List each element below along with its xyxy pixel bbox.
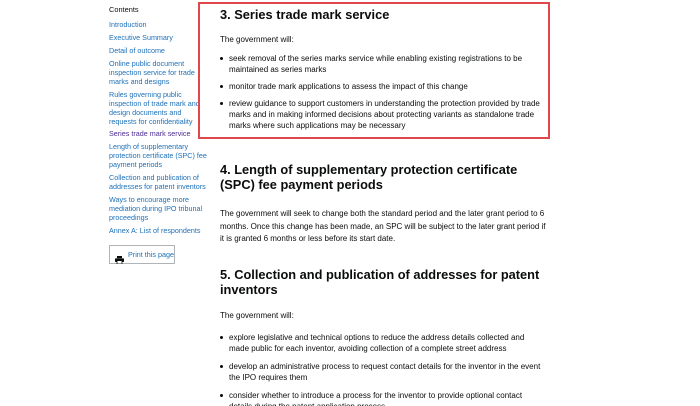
toc-link-rules-public-inspection[interactable]: Rules governing public inspection of tra… bbox=[109, 90, 209, 126]
toc-link-detail-of-outcome[interactable]: Detail of outcome bbox=[109, 46, 209, 55]
section-spc-fee-periods: 4. Length of supplementary protection ce… bbox=[220, 162, 550, 246]
section-5-intro: The government will: bbox=[220, 311, 294, 320]
list-item: develop an administrative process to req… bbox=[220, 361, 545, 383]
printer-icon bbox=[115, 251, 124, 264]
section-series-trade-mark: 3. Series trade mark service The governm… bbox=[220, 7, 550, 131]
page: Contents Introduction Executive Summary … bbox=[0, 0, 700, 406]
contents-heading: Contents bbox=[109, 5, 139, 14]
section-5-list: explore legislative and technical option… bbox=[220, 332, 545, 406]
toc-link-online-inspection[interactable]: Online public document inspection servic… bbox=[109, 59, 209, 86]
contents-list: Introduction Executive Summary Detail of… bbox=[109, 20, 209, 235]
print-page-button[interactable]: Print this page bbox=[109, 245, 175, 264]
contents-sidebar: Contents Introduction Executive Summary … bbox=[109, 5, 209, 239]
section-5-heading: 5. Collection and publication of address… bbox=[220, 267, 540, 297]
list-item: explore legislative and technical option… bbox=[220, 332, 545, 354]
section-4-heading: 4. Length of supplementary protection ce… bbox=[220, 162, 518, 192]
toc-link-mediation[interactable]: Ways to encourage more mediation during … bbox=[109, 195, 209, 222]
list-item: seek removal of the series marks service… bbox=[220, 53, 550, 75]
toc-link-annex-a[interactable]: Annex A: List of respondents bbox=[109, 226, 209, 235]
toc-link-inventor-addresses[interactable]: Collection and publication of addresses … bbox=[109, 173, 209, 191]
toc-link-executive-summary[interactable]: Executive Summary bbox=[109, 33, 209, 42]
section-4-body: The government will seek to change both … bbox=[220, 209, 546, 243]
toc-link-spc-fee-periods[interactable]: Length of supplementary protection certi… bbox=[109, 142, 209, 169]
section-inventor-addresses: 5. Collection and publication of address… bbox=[220, 267, 545, 406]
list-item: monitor trade mark applications to asses… bbox=[220, 81, 550, 92]
section-3-intro: The government will: bbox=[220, 35, 294, 44]
section-3-list: seek removal of the series marks service… bbox=[220, 53, 550, 131]
list-item: consider whether to introduce a process … bbox=[220, 390, 545, 406]
toc-link-series-trade-mark[interactable]: Series trade mark service bbox=[109, 129, 209, 138]
toc-link-introduction[interactable]: Introduction bbox=[109, 20, 209, 29]
section-3-heading: 3. Series trade mark service bbox=[220, 7, 390, 22]
print-page-label: Print this page bbox=[128, 250, 174, 259]
list-item: review guidance to support customers in … bbox=[220, 98, 550, 131]
